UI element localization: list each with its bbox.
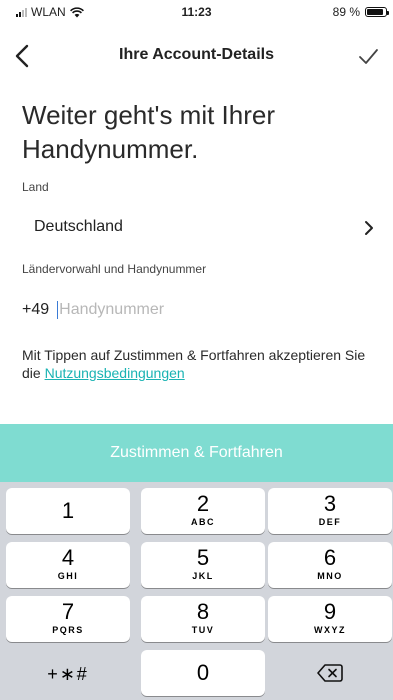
delete-key[interactable] bbox=[268, 650, 392, 696]
country-value: Deutschland bbox=[34, 218, 123, 235]
key-digit: 6 bbox=[323, 545, 337, 570]
key-6[interactable]: 6 MNO bbox=[268, 542, 392, 588]
key-letters: ABC bbox=[191, 517, 215, 527]
battery-icon bbox=[365, 7, 389, 17]
key-symbols[interactable]: +∗# bbox=[6, 650, 130, 696]
text-caret bbox=[57, 301, 59, 319]
battery-percentage: 89 % bbox=[332, 5, 360, 19]
agree-continue-button[interactable]: Zustimmen & Fortfahren bbox=[0, 424, 393, 482]
key-digit: 8 bbox=[196, 599, 210, 624]
key-digit: 1 bbox=[61, 498, 75, 523]
phone-label: Ländervorwahl und Handynummer bbox=[22, 262, 207, 276]
key-letters: DEF bbox=[318, 517, 342, 527]
key-1[interactable]: 1 bbox=[6, 488, 130, 534]
key-digit: 5 bbox=[196, 545, 210, 570]
status-right: 89 % bbox=[332, 5, 389, 19]
key-digit: 2 bbox=[196, 491, 210, 516]
key-digit: 4 bbox=[61, 545, 75, 570]
terms-link[interactable]: Nutzungsbedingungen bbox=[45, 365, 185, 381]
key-9[interactable]: 9 WXYZ bbox=[268, 596, 392, 642]
country-label: Land bbox=[22, 180, 49, 194]
key-5[interactable]: 5 JKL bbox=[141, 542, 265, 588]
key-2[interactable]: 2 ABC bbox=[141, 488, 265, 534]
key-digit: +∗# bbox=[47, 664, 89, 684]
key-digit: 7 bbox=[61, 599, 75, 624]
key-letters: PQRS bbox=[52, 625, 84, 635]
country-selector[interactable]: Deutschland bbox=[22, 215, 377, 241]
key-4[interactable]: 4 GHI bbox=[6, 542, 130, 588]
key-0[interactable]: 0 bbox=[141, 650, 265, 696]
key-digit: 0 bbox=[196, 660, 210, 685]
backspace-icon bbox=[317, 664, 343, 682]
checkmark-icon[interactable] bbox=[357, 44, 379, 68]
terms-text: Mit Tippen auf Zustimmen & Fortfahren ak… bbox=[22, 346, 372, 382]
key-letters: MNO bbox=[317, 571, 343, 581]
numeric-keypad: 1 2 ABC 3 DEF 4 GHI 5 JKL 6 MNO 7 PQRS 8… bbox=[0, 482, 393, 700]
page-title: Ihre Account-Details bbox=[119, 46, 274, 63]
key-8[interactable]: 8 TUV bbox=[141, 596, 265, 642]
key-letters: GHI bbox=[57, 571, 79, 581]
chevron-right-icon bbox=[365, 221, 373, 235]
key-letters: TUV bbox=[191, 625, 215, 635]
key-3[interactable]: 3 DEF bbox=[268, 488, 392, 534]
heading: Weiter geht's mit Ihrer Handynummer. bbox=[22, 100, 276, 164]
battery-fill bbox=[367, 9, 384, 15]
key-digit: 3 bbox=[323, 491, 337, 516]
key-digit: 9 bbox=[323, 599, 337, 624]
nav-bar: Ihre Account-Details bbox=[0, 36, 393, 76]
phone-number-input[interactable] bbox=[59, 301, 260, 319]
key-7[interactable]: 7 PQRS bbox=[6, 596, 130, 642]
country-code: +49 bbox=[22, 301, 50, 318]
status-bar: WLAN 11:23 89 % bbox=[0, 0, 393, 22]
key-letters: JKL bbox=[192, 571, 214, 581]
key-letters: WXYZ bbox=[314, 625, 346, 635]
phone-row: +49 bbox=[22, 298, 377, 322]
